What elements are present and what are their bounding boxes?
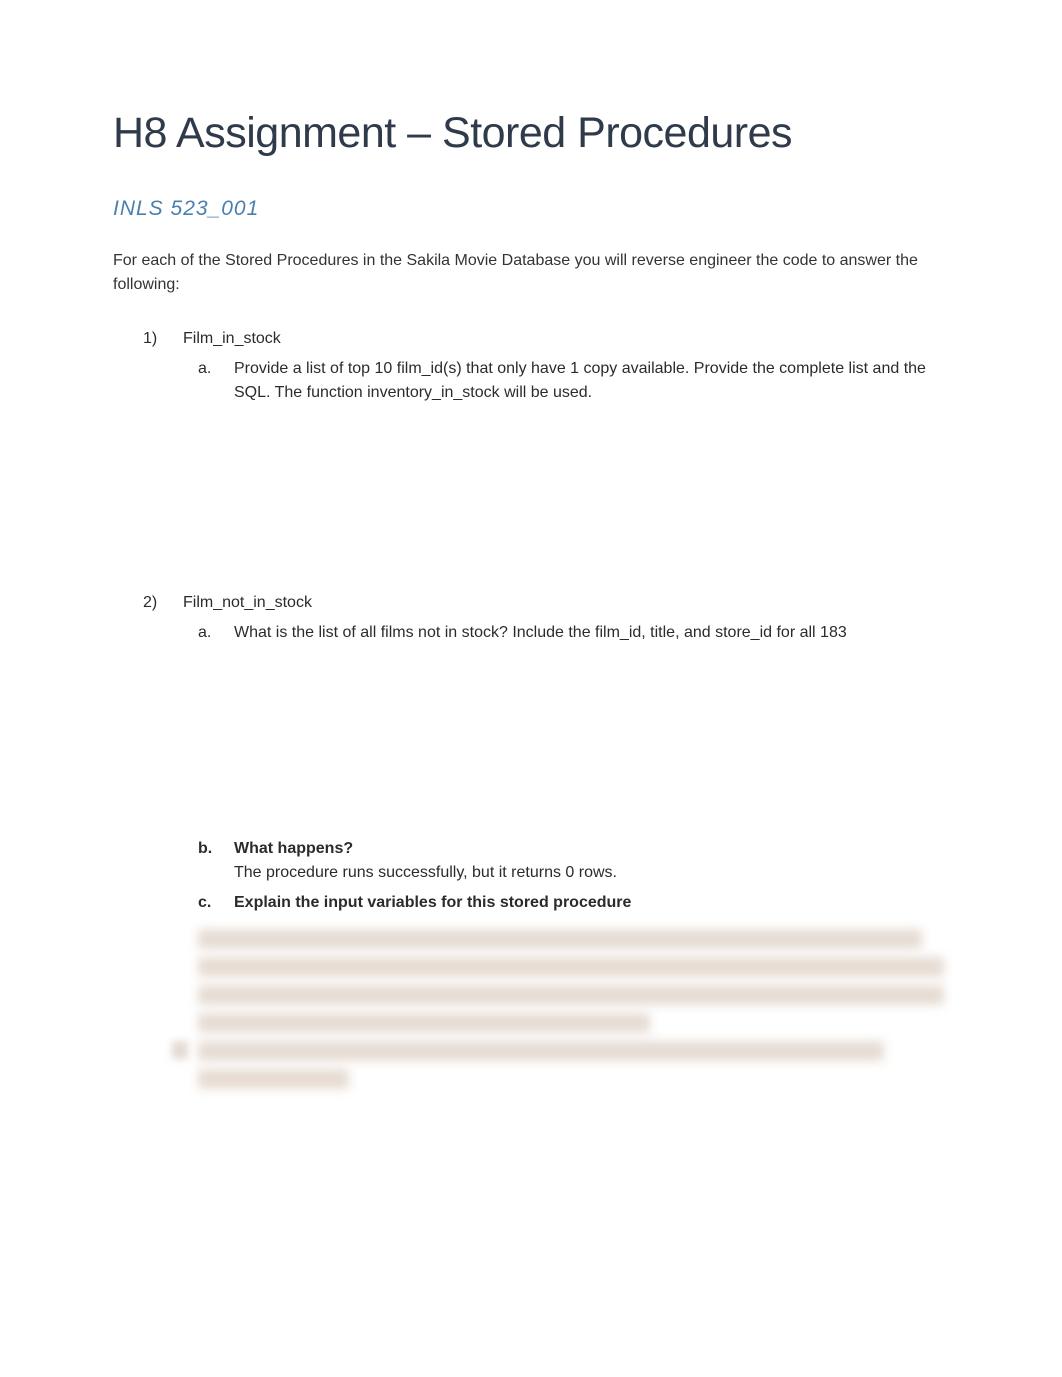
list-number: 2) bbox=[143, 591, 165, 615]
spacer bbox=[143, 651, 952, 831]
sub-list: a. Provide a list of top 10 film_id(s) t… bbox=[143, 357, 952, 405]
blur-sub-item bbox=[198, 1041, 952, 1061]
sub-content: What happens? The procedure runs success… bbox=[234, 837, 952, 885]
numbered-list: 1) Film_in_stock a. Provide a list of to… bbox=[113, 327, 952, 1089]
sub-item-2a: a. What is the list of all films not in … bbox=[198, 621, 952, 645]
page-title: H8 Assignment – Stored Procedures bbox=[113, 110, 952, 157]
document-page: H8 Assignment – Stored Procedures INLS 5… bbox=[0, 0, 1062, 1089]
blur-line bbox=[198, 1013, 650, 1033]
list-item-2: 2) Film_not_in_stock a. What is the list… bbox=[143, 591, 952, 1089]
sub-bold-label: What happens? bbox=[234, 840, 353, 857]
sub-bold-label: Explain the input variables for this sto… bbox=[234, 891, 952, 915]
blur-letter-marker bbox=[172, 1041, 188, 1059]
sub-text: Provide a list of top 10 film_id(s) that… bbox=[234, 357, 952, 405]
blur-line bbox=[198, 1069, 349, 1089]
sub-text: What is the list of all films not in sto… bbox=[234, 621, 952, 645]
spacer bbox=[143, 411, 952, 581]
blur-line bbox=[198, 1041, 884, 1061]
sub-text: The procedure runs successfully, but it … bbox=[234, 864, 617, 881]
sub-letter: a. bbox=[198, 621, 216, 645]
course-subtitle: INLS 523_001 bbox=[113, 197, 952, 221]
blur-line bbox=[198, 957, 944, 977]
list-label: Film_in_stock bbox=[183, 327, 281, 351]
sub-item-1a: a. Provide a list of top 10 film_id(s) t… bbox=[198, 357, 952, 405]
list-item-1: 1) Film_in_stock a. Provide a list of to… bbox=[143, 327, 952, 581]
intro-paragraph: For each of the Stored Procedures in the… bbox=[113, 249, 952, 297]
sub-item-2b: b. What happens? The procedure runs succ… bbox=[198, 837, 952, 885]
blurred-content bbox=[143, 929, 952, 1089]
sub-list: a. What is the list of all films not in … bbox=[143, 621, 952, 645]
sub-letter: c. bbox=[198, 891, 216, 915]
sub-list-continued: b. What happens? The procedure runs succ… bbox=[143, 837, 952, 915]
list-label: Film_not_in_stock bbox=[183, 591, 312, 615]
sub-item-2c: c. Explain the input variables for this … bbox=[198, 891, 952, 915]
blur-line bbox=[198, 929, 922, 949]
sub-letter: b. bbox=[198, 837, 216, 885]
blur-line bbox=[198, 985, 944, 1005]
sub-letter: a. bbox=[198, 357, 216, 405]
list-number: 1) bbox=[143, 327, 165, 351]
